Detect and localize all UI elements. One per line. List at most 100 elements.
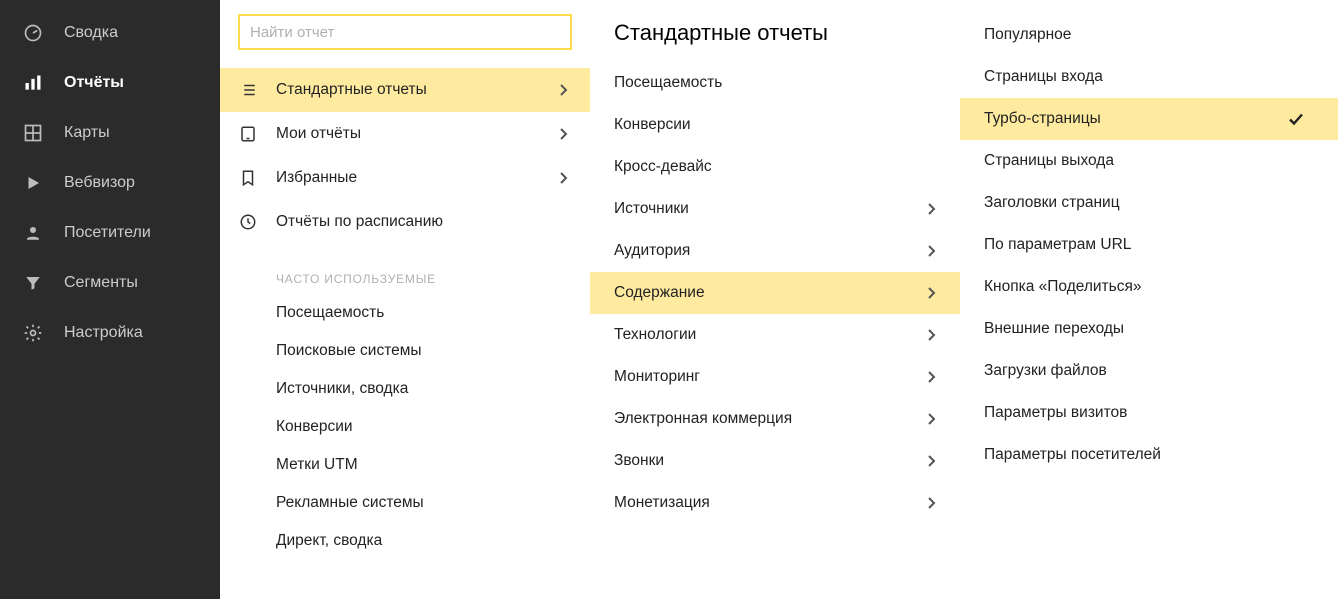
category-my-reports[interactable]: Мои отчёты <box>220 112 590 156</box>
report-item-label: Турбо-страницы <box>984 110 1288 128</box>
report-group[interactable]: Мониторинг <box>590 356 960 398</box>
report-item-label: Страницы выхода <box>984 152 1304 170</box>
gauge-icon <box>22 22 44 44</box>
standard-reports-panel: Стандартные отчеты Посещаемость Конверсии… <box>590 0 960 599</box>
sidebar-item-label: Настройка <box>64 324 143 342</box>
chevron-right-icon <box>926 202 936 216</box>
sidebar-item-label: Вебвизор <box>64 174 135 192</box>
report-item[interactable]: Страницы выхода <box>960 140 1338 182</box>
category-scheduled-reports[interactable]: Отчёты по расписанию <box>220 200 590 244</box>
report-group[interactable]: Содержание <box>590 272 960 314</box>
report-group[interactable]: Технологии <box>590 314 960 356</box>
person-icon <box>22 222 44 244</box>
report-group-label: Электронная коммерция <box>614 410 926 428</box>
funnel-icon <box>22 272 44 294</box>
sidebar-item-visitors[interactable]: Посетители <box>0 208 220 258</box>
content-reports-list: Популярное Страницы входа Турбо-страницы Ст… <box>960 14 1338 476</box>
report-group-label: Технологии <box>614 326 926 344</box>
list-icon <box>238 80 258 100</box>
report-item[interactable]: Параметры визитов <box>960 392 1338 434</box>
frequent-list: ПосещаемостьПоисковые системыИсточники, … <box>220 294 590 560</box>
sidebar-item-label: Сегменты <box>64 274 138 292</box>
chevron-right-icon <box>926 244 936 258</box>
chevron-right-icon <box>558 171 568 185</box>
sidebar-item-label: Сводка <box>64 24 118 42</box>
clock-icon <box>238 212 258 232</box>
sidebar-item-label: Отчёты <box>64 74 124 92</box>
standard-reports-list: Посещаемость Конверсии Кросс-девайс Источни… <box>590 62 960 524</box>
report-group-label: Конверсии <box>614 116 926 134</box>
sidebar-item-webvisor[interactable]: Вебвизор <box>0 158 220 208</box>
report-item[interactable]: Внешние переходы <box>960 308 1338 350</box>
report-item-label: Параметры посетителей <box>984 446 1304 464</box>
report-group[interactable]: Монетизация <box>590 482 960 524</box>
report-group[interactable]: Посещаемость <box>590 62 960 104</box>
report-group[interactable]: Кросс-девайс <box>590 146 960 188</box>
sidebar-item-segments[interactable]: Сегменты <box>0 258 220 308</box>
frequent-item[interactable]: Посещаемость <box>220 294 590 332</box>
report-item[interactable]: Кнопка «Поделиться» <box>960 266 1338 308</box>
sidebar-item-settings[interactable]: Настройка <box>0 308 220 358</box>
frequent-item[interactable]: Рекламные системы <box>220 484 590 522</box>
report-item[interactable]: Загрузки файлов <box>960 350 1338 392</box>
report-group-label: Мониторинг <box>614 368 926 386</box>
report-item-label: Параметры визитов <box>984 404 1304 422</box>
frequent-item[interactable]: Конверсии <box>220 408 590 446</box>
sidebar-item-summary[interactable]: Сводка <box>0 8 220 58</box>
sidebar-item-label: Карты <box>64 124 110 142</box>
chevron-right-icon <box>558 127 568 141</box>
col2-title: Стандартные отчеты <box>590 14 960 62</box>
report-group-label: Монетизация <box>614 494 926 512</box>
report-group-label: Посещаемость <box>614 74 926 92</box>
main-sidebar: Сводка Отчёты Карты Вебвизор Посетители Сегме… <box>0 0 220 599</box>
frequent-item[interactable]: Метки UTM <box>220 446 590 484</box>
report-group[interactable]: Звонки <box>590 440 960 482</box>
category-label: Мои отчёты <box>276 125 558 143</box>
report-item[interactable]: Страницы входа <box>960 56 1338 98</box>
report-group-label: Содержание <box>614 284 926 302</box>
report-group-label: Аудитория <box>614 242 926 260</box>
report-categories: Стандартные отчеты Мои отчёты Избранные Отч… <box>220 68 590 244</box>
chevron-right-icon <box>926 496 936 510</box>
chevron-right-icon <box>926 412 936 426</box>
grid-icon <box>22 122 44 144</box>
report-item[interactable]: Популярное <box>960 14 1338 56</box>
report-item-label: Страницы входа <box>984 68 1304 86</box>
category-favorites[interactable]: Избранные <box>220 156 590 200</box>
report-group[interactable]: Электронная коммерция <box>590 398 960 440</box>
bars-icon <box>22 72 44 94</box>
frequent-header: ЧАСТО ИСПОЛЬЗУЕМЫЕ <box>220 244 590 294</box>
report-item-label: Кнопка «Поделиться» <box>984 278 1304 296</box>
report-group-label: Источники <box>614 200 926 218</box>
sidebar-item-maps[interactable]: Карты <box>0 108 220 158</box>
report-item[interactable]: По параметрам URL <box>960 224 1338 266</box>
report-group[interactable]: Источники <box>590 188 960 230</box>
report-item[interactable]: Турбо-страницы <box>960 98 1338 140</box>
report-item-label: Внешние переходы <box>984 320 1304 338</box>
report-group[interactable]: Конверсии <box>590 104 960 146</box>
bookmark-icon <box>238 168 258 188</box>
category-label: Отчёты по расписанию <box>276 213 568 231</box>
chevron-right-icon <box>926 454 936 468</box>
frequent-item[interactable]: Директ, сводка <box>220 522 590 560</box>
search-input[interactable] <box>238 14 572 50</box>
report-group[interactable]: Аудитория <box>590 230 960 272</box>
reports-panel: Стандартные отчеты Мои отчёты Избранные Отч… <box>220 0 590 599</box>
chevron-right-icon <box>926 286 936 300</box>
report-group-label: Звонки <box>614 452 926 470</box>
report-group-label: Кросс-девайс <box>614 158 926 176</box>
category-standard-reports[interactable]: Стандартные отчеты <box>220 68 590 112</box>
chevron-right-icon <box>926 328 936 342</box>
chevron-right-icon <box>558 83 568 97</box>
frequent-item[interactable]: Источники, сводка <box>220 370 590 408</box>
report-item[interactable]: Параметры посетителей <box>960 434 1338 476</box>
report-item-label: Заголовки страниц <box>984 194 1304 212</box>
tablet-icon <box>238 124 258 144</box>
frequent-item[interactable]: Поисковые системы <box>220 332 590 370</box>
content-reports-panel: Популярное Страницы входа Турбо-страницы Ст… <box>960 0 1338 599</box>
report-item[interactable]: Заголовки страниц <box>960 182 1338 224</box>
sidebar-item-label: Посетители <box>64 224 151 242</box>
report-item-label: Популярное <box>984 26 1304 44</box>
sidebar-item-reports[interactable]: Отчёты <box>0 58 220 108</box>
category-label: Стандартные отчеты <box>276 81 558 99</box>
